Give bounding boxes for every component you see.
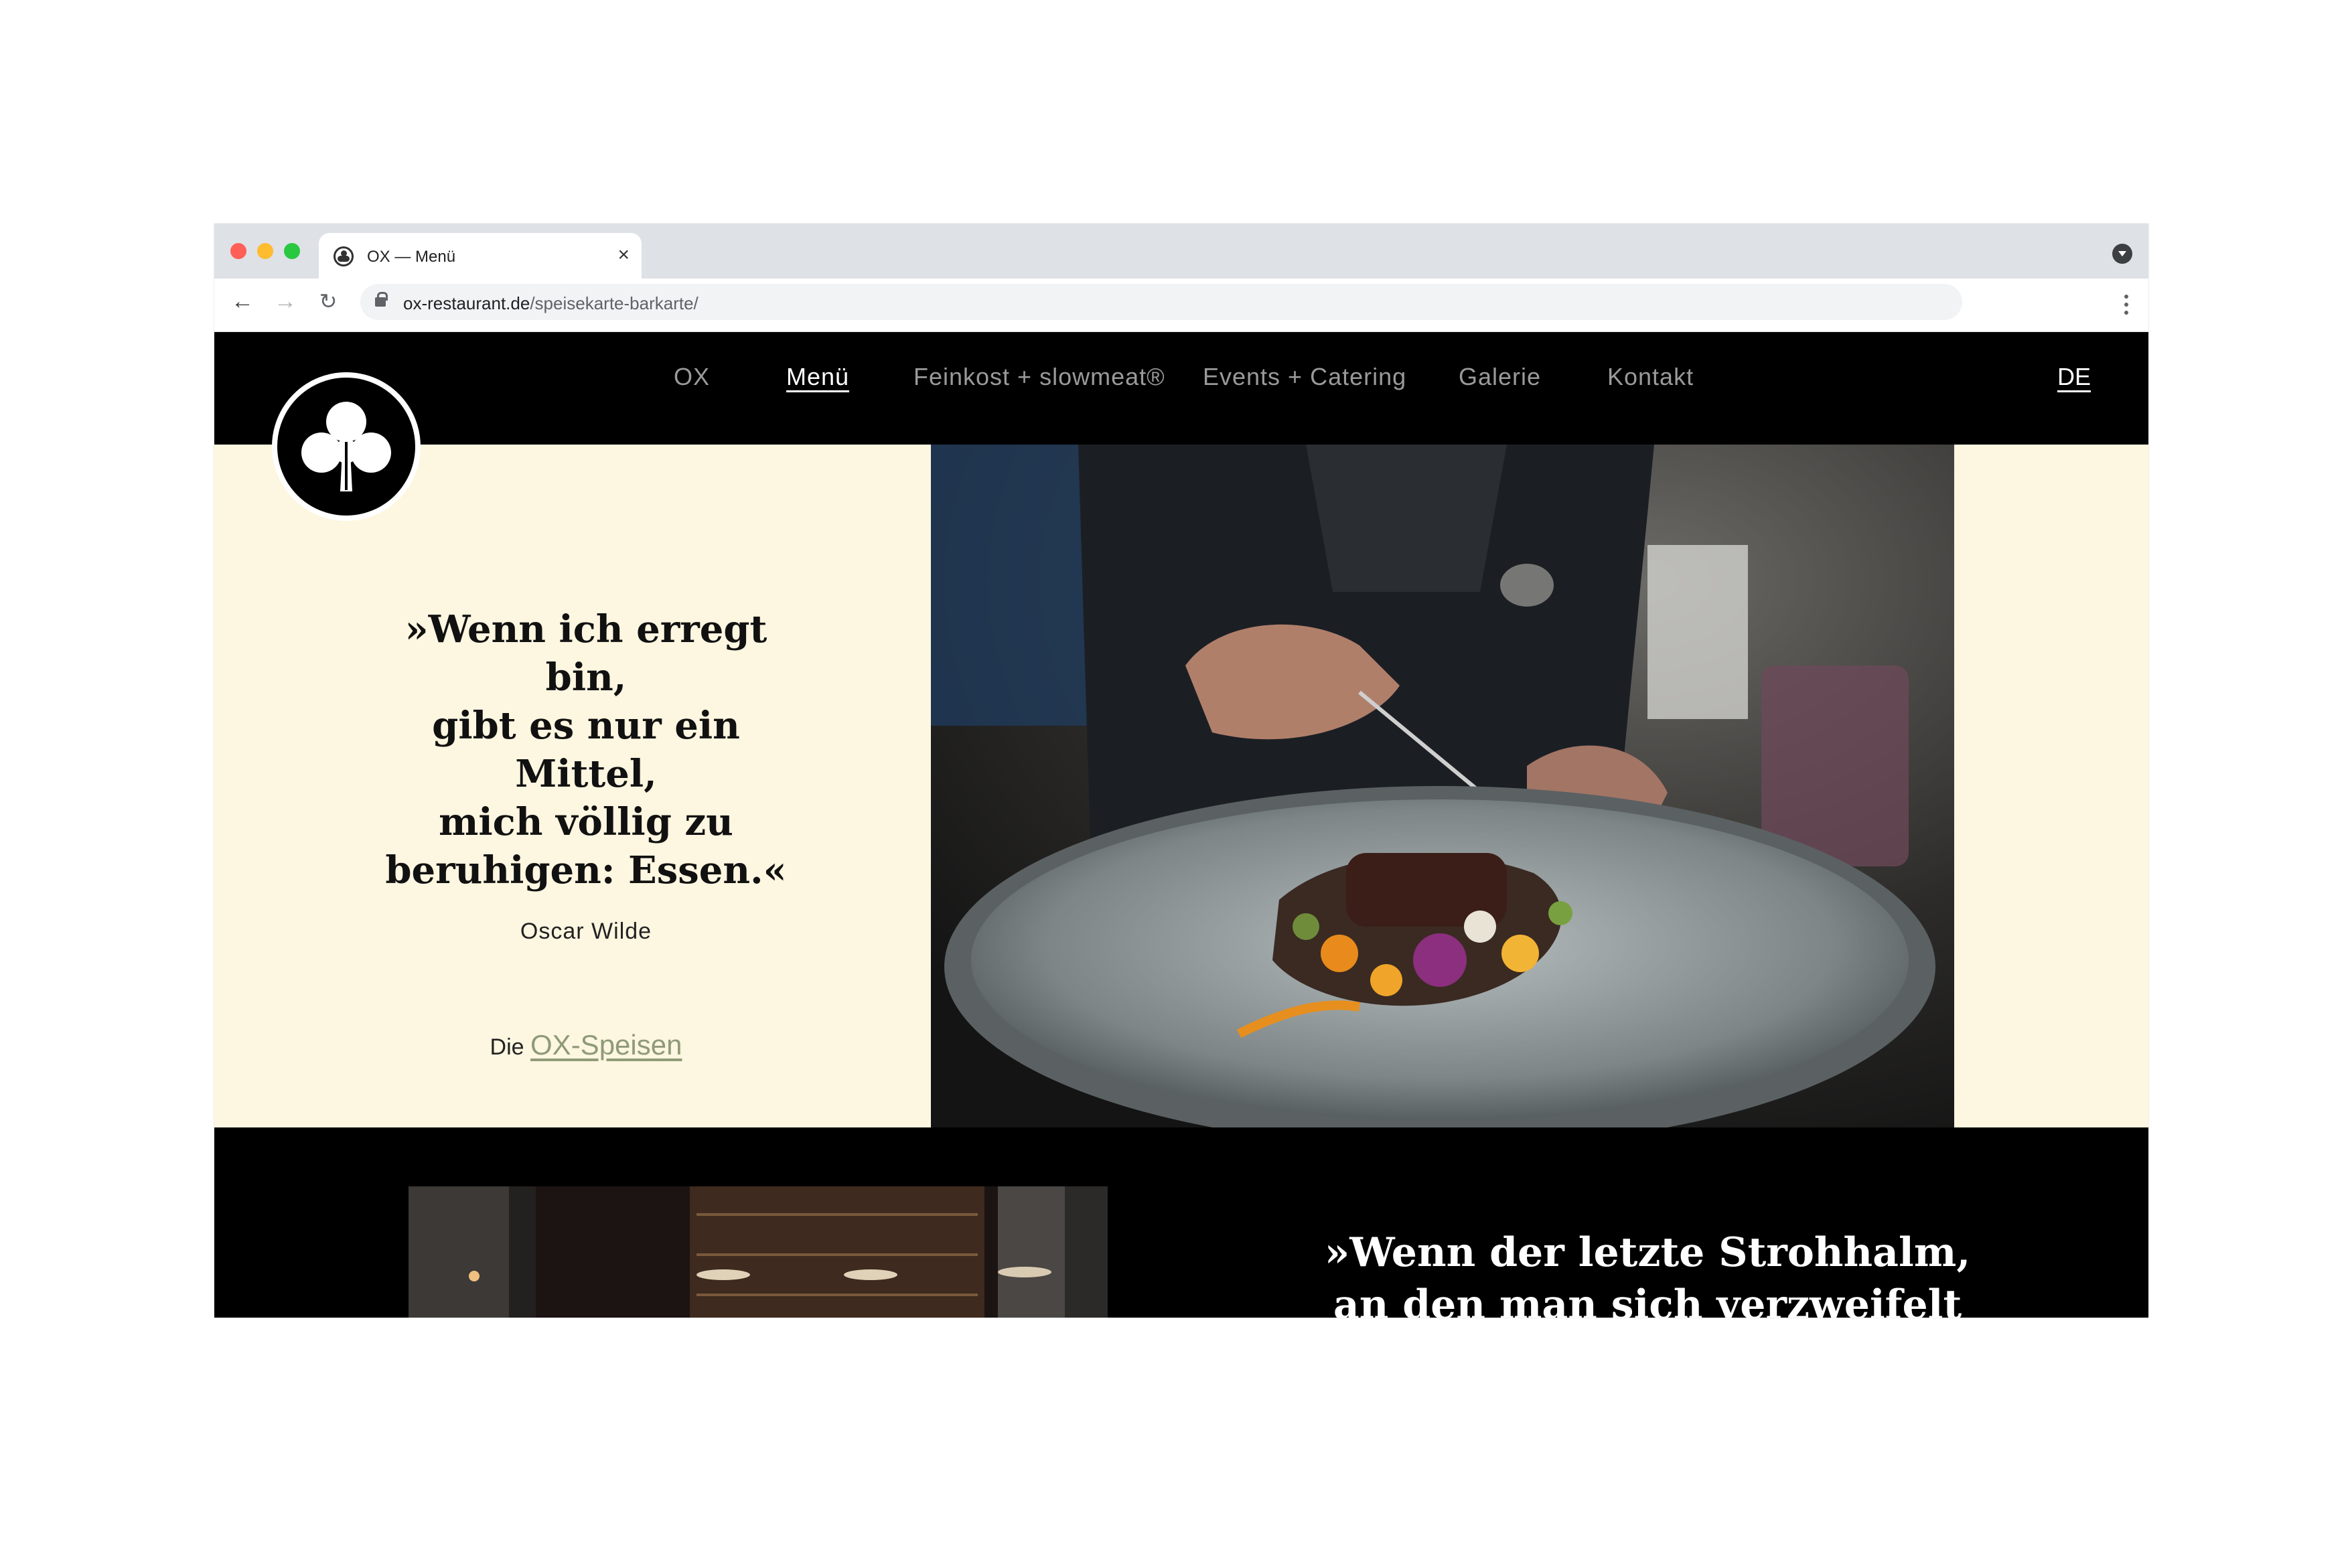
- nav-item-feinkost[interactable]: Feinkost + slowmeat®: [913, 363, 1165, 391]
- speisen-link[interactable]: OX-Speisen: [530, 1029, 682, 1061]
- url-host: ox-restaurant.de: [403, 293, 530, 313]
- speisen-link-row: Die OX-Speisen: [375, 1029, 797, 1061]
- back-button[interactable]: ←: [229, 288, 256, 315]
- site-header: OX Menü Feinkost + slowmeat® Events + Ca…: [214, 332, 2148, 445]
- hero-quote: »Wenn ich erregt bin, gibt es nur ein Mi…: [375, 605, 797, 894]
- nav-item-kontakt[interactable]: Kontakt: [1607, 363, 1694, 391]
- nav-item-menu[interactable]: Menü: [786, 363, 849, 391]
- tab-title: OX — Menü: [367, 248, 456, 266]
- url-text[interactable]: ox-restaurant.de/speisekarte-barkarte/: [403, 293, 699, 314]
- url-path: /speisekarte-barkarte/: [530, 293, 699, 313]
- language-switch[interactable]: DE: [2057, 363, 2091, 391]
- quote-line: »Wenn der letzte Strohhalm,: [1324, 1229, 1971, 1276]
- reload-button[interactable]: ↻: [315, 288, 342, 315]
- maximize-window-button[interactable]: [284, 243, 300, 259]
- bar-section: »Wenn der letzte Strohhalm, an den man s…: [214, 1127, 2148, 1318]
- quote-line: gibt es nur ein Mittel,: [432, 704, 740, 796]
- favicon-icon: [334, 246, 354, 266]
- nav-item-events[interactable]: Events + Catering: [1203, 363, 1406, 391]
- tab-search-icon[interactable]: [2112, 244, 2132, 264]
- browser-window: OX — Menü × ← → ↻ ox-restaurant.de/speis…: [214, 224, 2148, 1318]
- nav-item-galerie[interactable]: Galerie: [1459, 363, 1541, 391]
- browser-tab[interactable]: OX — Menü ×: [319, 233, 642, 279]
- quote-line: beruhigen: Essen.«: [385, 848, 787, 892]
- second-quote: »Wenn der letzte Strohhalm, an den man s…: [1313, 1227, 1982, 1318]
- forward-button[interactable]: →: [272, 288, 299, 315]
- nav-item-ox[interactable]: OX: [674, 363, 710, 391]
- hero-quote-block: »Wenn ich erregt bin, gibt es nur ein Mi…: [375, 605, 797, 1061]
- main-navigation: OX Menü Feinkost + slowmeat® Events + Ca…: [214, 363, 2148, 403]
- chef-plating-photo: [931, 445, 1954, 1127]
- bar-interior-photo: [409, 1186, 1108, 1318]
- browser-toolbar: ← → ↻ ox-restaurant.de/speisekarte-barka…: [214, 279, 2148, 332]
- quote-line: an den man sich verzweifelt: [1333, 1281, 1962, 1318]
- logo-club-icon[interactable]: [272, 372, 421, 521]
- page-viewport: OX Menü Feinkost + slowmeat® Events + Ca…: [214, 332, 2148, 1318]
- minimize-window-button[interactable]: [257, 243, 273, 259]
- quote-author: Oscar Wilde: [520, 919, 652, 944]
- lock-icon[interactable]: [375, 292, 388, 307]
- quote-line: mich völlig zu: [439, 800, 733, 844]
- quote-line: »Wenn ich erregt bin,: [405, 607, 767, 700]
- hero-section: »Wenn ich erregt bin, gibt es nur ein Mi…: [214, 445, 2148, 1127]
- close-window-button[interactable]: [230, 243, 246, 259]
- tab-strip: OX — Menü ×: [214, 224, 2148, 279]
- address-bar[interactable]: ox-restaurant.de/speisekarte-barkarte/: [360, 284, 1962, 320]
- speisen-link-prefix: Die: [490, 1034, 524, 1060]
- browser-menu-icon[interactable]: [2124, 295, 2128, 315]
- tab-close-icon[interactable]: ×: [617, 244, 630, 266]
